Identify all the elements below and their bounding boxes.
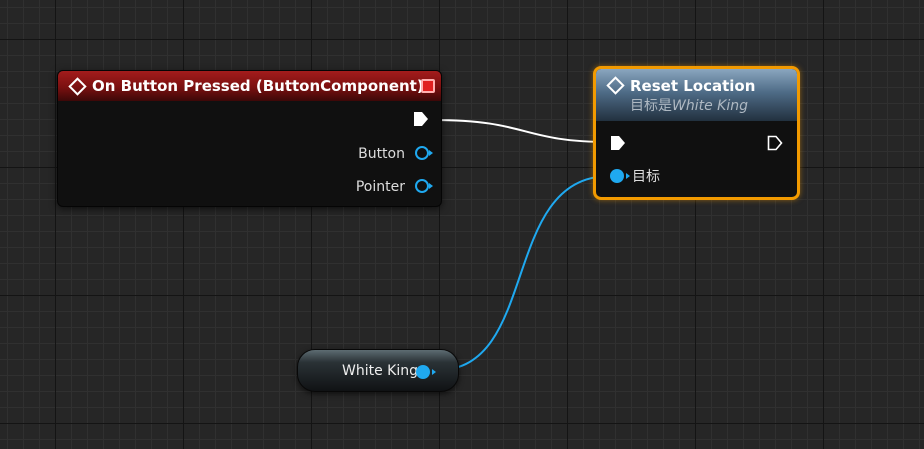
delegate-square-icon[interactable] (421, 79, 435, 93)
function-node-subtitle: 目标是White King (630, 96, 797, 116)
pointer-pin-label: Pointer (355, 179, 405, 195)
target-pin-label: 目标 (632, 169, 660, 185)
button-output-pin[interactable]: Button (358, 144, 433, 164)
event-node-header[interactable]: On Button Pressed (ButtonComponent) (58, 71, 441, 101)
variable-label: White King (342, 363, 418, 379)
exec-output-pin-icon[interactable] (413, 111, 429, 127)
button-pin-label: Button (358, 146, 405, 162)
target-input-pin[interactable]: 目标 (610, 167, 660, 187)
event-diamond-icon (68, 77, 87, 96)
exec-output-pin-icon[interactable] (767, 135, 783, 151)
subtitle-prefix: 目标是 (630, 98, 672, 114)
object-pin-icon[interactable] (415, 146, 433, 160)
pointer-output-pin[interactable]: Pointer (355, 177, 433, 197)
exec-input-pin-icon[interactable] (610, 135, 626, 151)
object-pin-icon[interactable] (415, 179, 433, 193)
white-king-variable-node[interactable]: White King (297, 349, 459, 392)
subtitle-target: White King (672, 98, 748, 114)
function-node-header[interactable]: Reset Location 目标是White King (596, 69, 797, 121)
event-node-title: On Button Pressed (ButtonComponent) (92, 77, 424, 95)
function-node-title: Reset Location (630, 77, 756, 95)
function-diamond-icon (606, 76, 625, 95)
reset-location-function-node[interactable]: Reset Location 目标是White King 目标 (593, 66, 800, 200)
variable-output-pin-icon[interactable] (416, 365, 436, 379)
white-king-object-wire[interactable] (437, 175, 611, 371)
exec-wire[interactable] (432, 119, 611, 143)
blueprint-graph-canvas[interactable]: On Button Pressed (ButtonComponent) Butt… (0, 0, 924, 449)
on-button-pressed-event-node[interactable]: On Button Pressed (ButtonComponent) Butt… (57, 70, 442, 207)
object-pin-icon[interactable] (610, 169, 630, 183)
